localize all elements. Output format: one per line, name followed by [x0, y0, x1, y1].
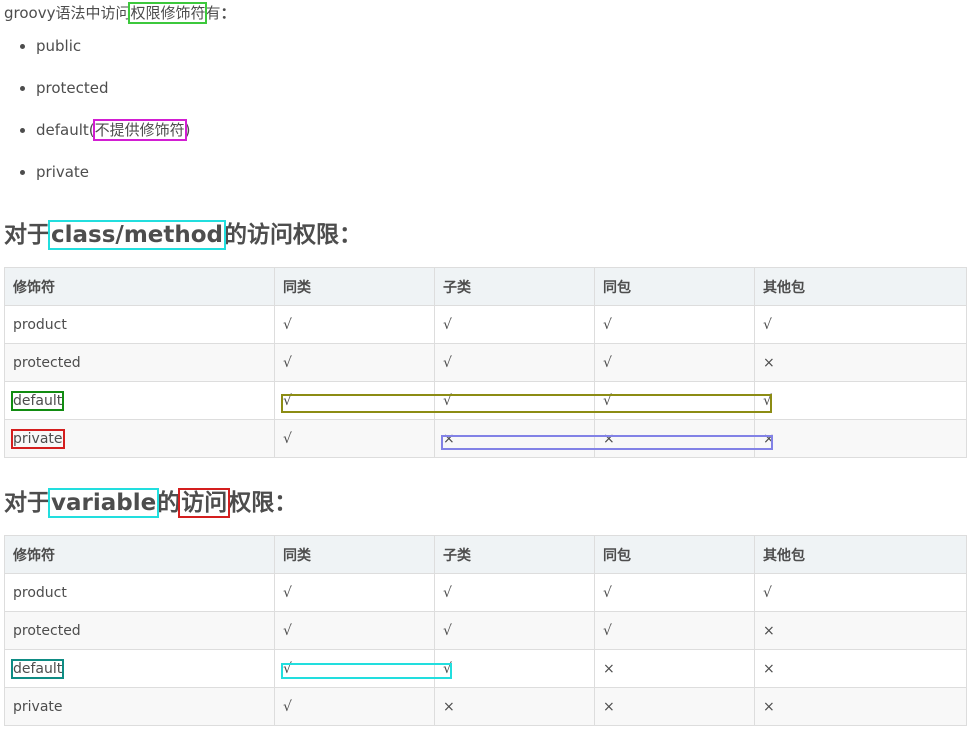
table-row: private √ × × ×: [4, 687, 967, 726]
header-cell: 子类: [434, 535, 595, 574]
modifier-highlight: default: [10, 390, 65, 411]
table-header-row: 修饰符 同类 子类 同包 其他包: [4, 535, 967, 574]
section-heading-class-method: 对于class/method的访问权限：: [4, 220, 362, 250]
table-header-row: 修饰符 同类 子类 同包 其他包: [4, 267, 967, 306]
list-item: protected: [36, 78, 191, 120]
table-row: protected √ √ √ ×: [4, 611, 967, 650]
table-row: default √ √ × ×: [4, 649, 967, 688]
section-heading-variable: 对于variable的访问权限：: [4, 488, 297, 518]
table-cell: √: [434, 611, 595, 650]
table-cell: private: [4, 419, 275, 458]
heading-suffix: 的访问权限：: [224, 222, 363, 248]
list-item-note: 不提供修饰符: [92, 119, 187, 141]
table-cell: √: [754, 573, 967, 612]
table-cell: √: [274, 419, 435, 458]
table-cell: product: [4, 305, 275, 344]
modifier-highlight: default: [10, 658, 65, 679]
list-item: private: [36, 162, 191, 204]
table-cell: ×: [754, 419, 967, 458]
modifier-highlight: private: [11, 428, 65, 449]
header-cell: 其他包: [754, 267, 967, 306]
table-cell: product: [4, 573, 275, 612]
table-cell: ×: [594, 419, 755, 458]
table-cell: √: [274, 573, 435, 612]
header-cell: 同类: [274, 535, 435, 574]
list-item-text: public: [36, 37, 82, 55]
heading-prefix: 对于: [4, 222, 50, 248]
table-cell: √: [594, 381, 755, 420]
intro-suffix: 有: [205, 4, 221, 22]
table-cell: √: [434, 649, 595, 688]
table-cell: √: [594, 573, 755, 612]
list-item-text: default(: [36, 121, 95, 139]
table-row: protected √ √ √ ×: [4, 343, 967, 382]
table-cell: ×: [594, 687, 755, 726]
heading-highlight-2: 访问: [178, 488, 231, 518]
table-cell: √: [274, 611, 435, 650]
heading-suffix: 权限：: [228, 490, 298, 516]
header-cell: 子类: [434, 267, 595, 306]
intro-line: groovy语法中访问权限修饰符有：: [4, 2, 236, 24]
table-row: private √ × × ×: [4, 419, 967, 458]
header-cell: 修饰符: [4, 267, 275, 306]
heading-middle: 的: [157, 490, 181, 516]
table-cell: √: [594, 343, 755, 382]
heading-highlight: class/method: [47, 220, 227, 250]
intro-colon: ：: [220, 4, 236, 22]
table-cell: √: [274, 305, 435, 344]
list-item: default(不提供修饰符): [36, 119, 191, 162]
table-cell: default: [4, 649, 275, 688]
table-cell: ×: [754, 611, 967, 650]
table-cell: √: [434, 305, 595, 344]
table-cell: √: [434, 573, 595, 612]
list-item-close: ): [184, 121, 191, 139]
table-cell: ×: [434, 687, 595, 726]
table-cell: √: [754, 305, 967, 344]
access-table-variable: 修饰符 同类 子类 同包 其他包 product √ √ √ √ protect…: [4, 535, 967, 726]
header-cell: 其他包: [754, 535, 967, 574]
table-cell: ×: [754, 343, 967, 382]
intro-highlight: 权限修饰符: [128, 2, 208, 24]
table-row: default √ √ √ √: [4, 381, 967, 420]
table-row: product √ √ √ √: [4, 305, 967, 344]
table-cell: private: [4, 687, 275, 726]
table-cell: √: [434, 343, 595, 382]
access-table-class-method: 修饰符 同类 子类 同包 其他包 product √ √ √ √ protect…: [4, 267, 967, 458]
modifier-list: public protected default(不提供修饰符) private: [0, 36, 191, 204]
header-cell: 修饰符: [4, 535, 275, 574]
table-cell: √: [754, 381, 967, 420]
table-cell: √: [594, 611, 755, 650]
header-cell: 同包: [594, 535, 755, 574]
table-cell: √: [274, 687, 435, 726]
list-item: public: [36, 36, 191, 78]
table-row: product √ √ √ √: [4, 573, 967, 612]
table-cell: ×: [754, 649, 967, 688]
table-cell: √: [274, 649, 435, 688]
table-cell: √: [434, 381, 595, 420]
table-cell: default: [4, 381, 275, 420]
table-cell: protected: [4, 343, 275, 382]
table-cell: √: [274, 343, 435, 382]
header-cell: 同类: [274, 267, 435, 306]
list-item-text: protected: [36, 79, 109, 97]
table-cell: ×: [594, 649, 755, 688]
heading-prefix: 对于: [4, 490, 50, 516]
table-cell: ×: [754, 687, 967, 726]
heading-highlight: variable: [47, 488, 160, 518]
table-cell: ×: [434, 419, 595, 458]
table-cell: protected: [4, 611, 275, 650]
table-cell: √: [594, 305, 755, 344]
list-item-text: private: [36, 163, 90, 181]
intro-prefix: groovy语法中访问: [4, 4, 131, 22]
table-cell: √: [274, 381, 435, 420]
header-cell: 同包: [594, 267, 755, 306]
